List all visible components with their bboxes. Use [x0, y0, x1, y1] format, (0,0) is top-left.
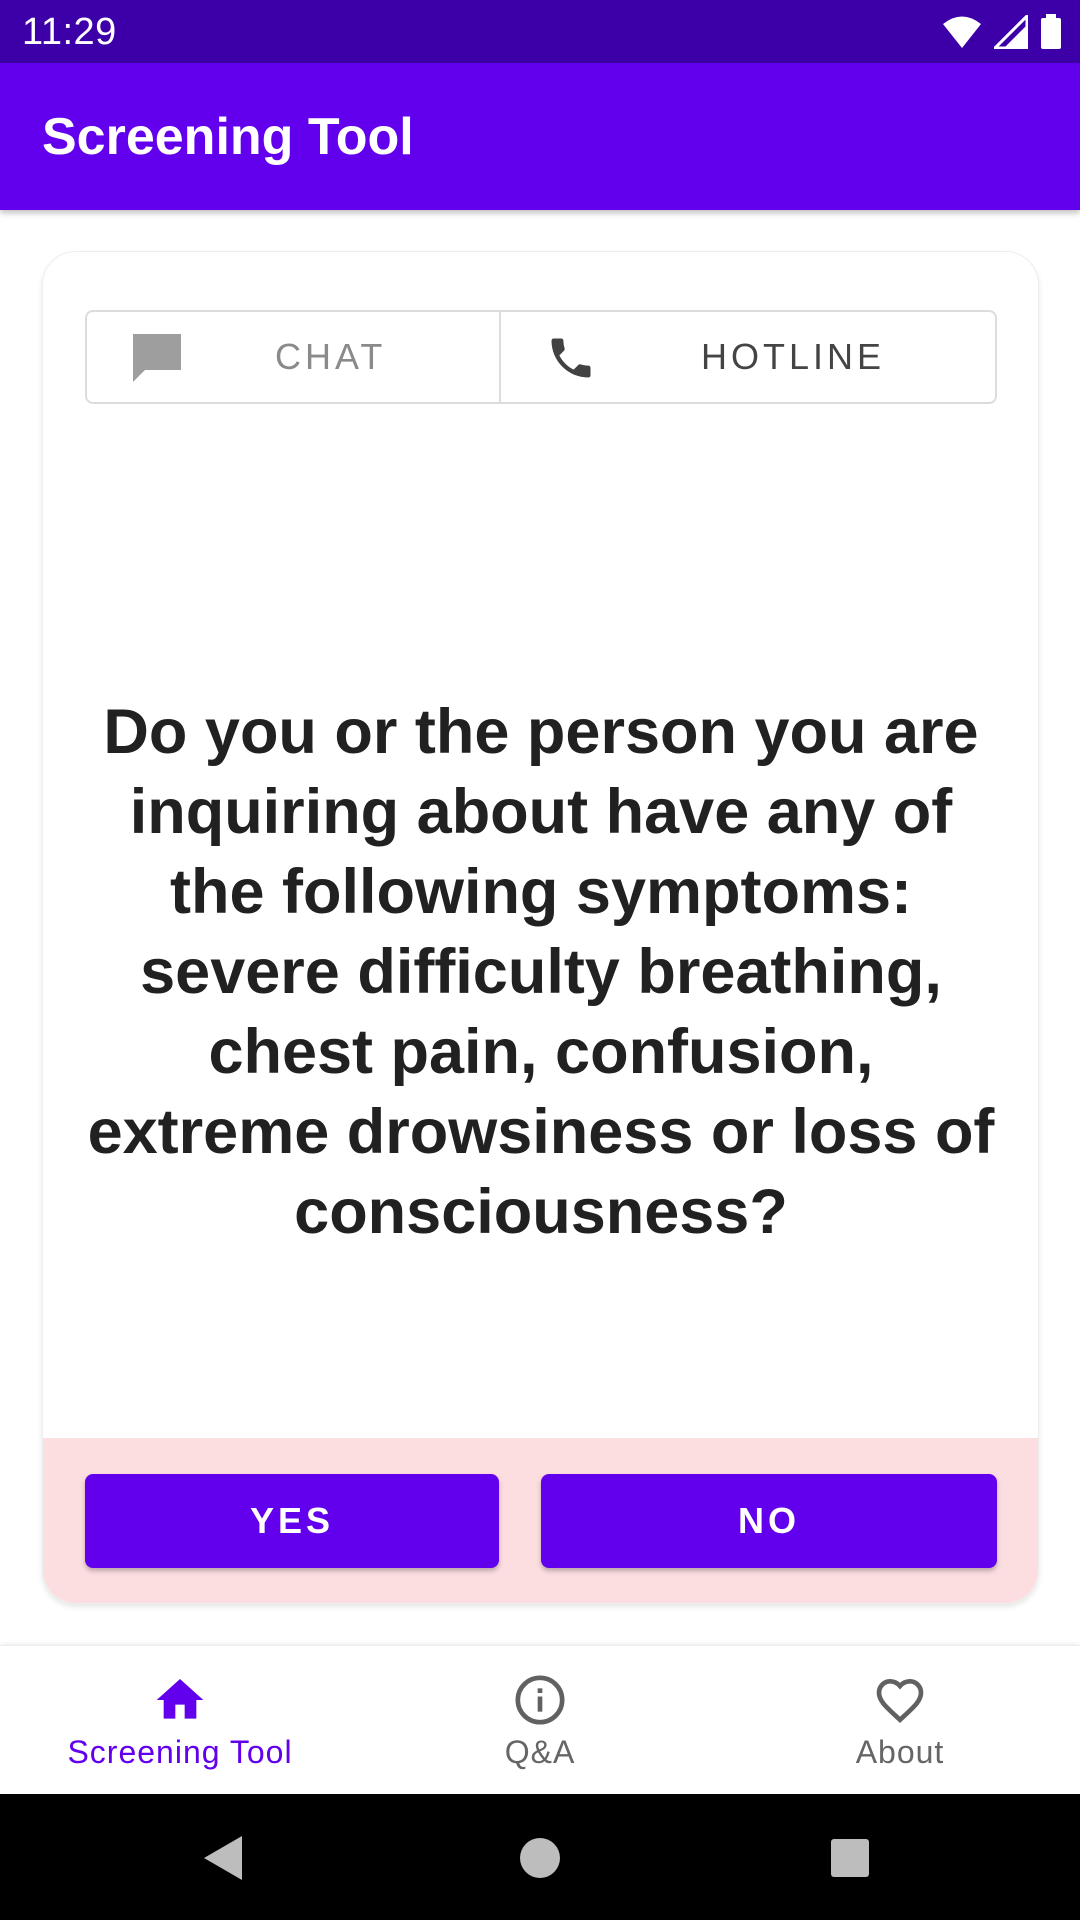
- status-time: 11:29: [22, 11, 117, 53]
- home-circle-icon[interactable]: [512, 1830, 568, 1886]
- battery-icon: [1041, 14, 1061, 49]
- home-icon: [156, 1679, 204, 1719]
- app-bar: Screening Tool: [0, 63, 1080, 210]
- screening-question: Do you or the person you are inquiring a…: [87, 697, 995, 1247]
- back-icon[interactable]: [196, 1830, 252, 1886]
- chat-button[interactable]: CHAT: [87, 312, 501, 402]
- hotline-button[interactable]: HOTLINE: [501, 312, 995, 402]
- contact-toggle-group: CHAT HOTLINE: [85, 310, 997, 404]
- answer-area: YES NO: [43, 1438, 1038, 1603]
- status-icons: [942, 12, 1062, 52]
- question-card: CHAT HOTLINE Do you or the person you ar…: [42, 251, 1039, 1604]
- nav-item-qa[interactable]: Q&A: [360, 1646, 720, 1795]
- wifi-icon: [943, 16, 981, 48]
- phone-icon: [551, 338, 591, 378]
- heart-icon: [876, 1678, 924, 1724]
- nav-label-qa: Q&A: [504, 1734, 576, 1770]
- chat-label: CHAT: [275, 336, 387, 377]
- system-navigation-bar: [0, 1794, 1080, 1920]
- nav-label-about: About: [855, 1734, 945, 1770]
- app-title: Screening Tool: [42, 108, 414, 166]
- status-bar: 11:29: [0, 0, 1080, 63]
- no-button[interactable]: NO: [541, 1474, 997, 1568]
- signal-icon: [994, 15, 1028, 49]
- hotline-label: HOTLINE: [701, 336, 886, 377]
- yes-button[interactable]: YES: [85, 1474, 499, 1568]
- recents-icon[interactable]: [822, 1830, 878, 1886]
- bottom-navigation: Screening Tool Q&A About: [0, 1645, 1080, 1794]
- nav-item-about[interactable]: About: [720, 1646, 1080, 1795]
- info-icon: [515, 1675, 565, 1725]
- nav-item-screening-tool[interactable]: Screening Tool: [0, 1646, 360, 1795]
- nav-label-screening-tool: Screening Tool: [67, 1734, 293, 1770]
- chat-icon: [133, 334, 181, 382]
